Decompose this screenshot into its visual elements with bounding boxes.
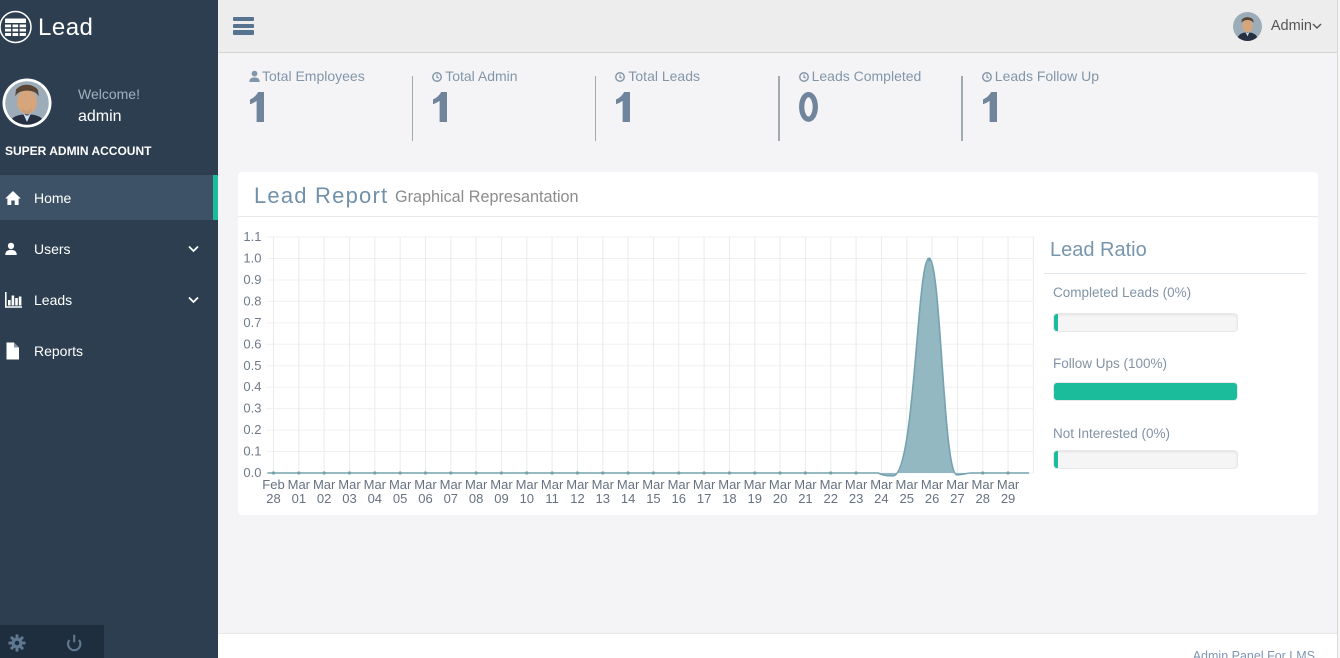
svg-text:01: 01	[292, 491, 306, 506]
svg-text:07: 07	[444, 491, 458, 506]
svg-text:Mar: Mar	[845, 477, 868, 492]
svg-text:Mar: Mar	[440, 477, 463, 492]
svg-text:Mar: Mar	[465, 477, 488, 492]
svg-text:0.8: 0.8	[243, 293, 261, 308]
svg-text:0.6: 0.6	[243, 336, 261, 351]
svg-text:Mar: Mar	[718, 477, 741, 492]
svg-text:11: 11	[545, 491, 559, 506]
svg-text:Mar: Mar	[516, 477, 539, 492]
svg-text:Mar: Mar	[338, 477, 361, 492]
svg-text:0.0: 0.0	[243, 465, 261, 480]
svg-text:21: 21	[798, 491, 812, 506]
svg-text:Mar: Mar	[997, 477, 1020, 492]
svg-text:Mar: Mar	[592, 477, 615, 492]
svg-text:Mar: Mar	[668, 477, 691, 492]
svg-text:26: 26	[925, 491, 939, 506]
svg-text:0.2: 0.2	[243, 422, 261, 437]
svg-text:0.3: 0.3	[243, 401, 261, 416]
svg-text:Mar: Mar	[617, 477, 640, 492]
svg-text:Mar: Mar	[693, 477, 716, 492]
svg-text:14: 14	[621, 491, 635, 506]
svg-text:05: 05	[393, 491, 407, 506]
svg-text:Mar: Mar	[566, 477, 589, 492]
svg-text:15: 15	[646, 491, 660, 506]
svg-text:Mar: Mar	[490, 477, 513, 492]
svg-text:19: 19	[748, 491, 762, 506]
svg-text:1.0: 1.0	[243, 251, 261, 266]
svg-text:10: 10	[520, 491, 534, 506]
svg-text:Mar: Mar	[389, 477, 412, 492]
svg-text:Mar: Mar	[820, 477, 843, 492]
svg-text:12: 12	[570, 491, 584, 506]
svg-text:0.4: 0.4	[243, 379, 261, 394]
svg-text:27: 27	[950, 491, 964, 506]
svg-text:Mar: Mar	[896, 477, 919, 492]
svg-text:Mar: Mar	[921, 477, 944, 492]
svg-text:Mar: Mar	[414, 477, 437, 492]
svg-text:25: 25	[900, 491, 914, 506]
svg-text:0.1: 0.1	[243, 444, 261, 459]
svg-text:Mar: Mar	[946, 477, 969, 492]
svg-text:28: 28	[266, 491, 280, 506]
svg-text:Mar: Mar	[364, 477, 387, 492]
svg-text:Mar: Mar	[744, 477, 767, 492]
svg-text:Mar: Mar	[642, 477, 665, 492]
svg-text:24: 24	[874, 491, 888, 506]
svg-text:Mar: Mar	[313, 477, 336, 492]
svg-text:08: 08	[469, 491, 483, 506]
svg-text:Mar: Mar	[769, 477, 792, 492]
svg-text:13: 13	[596, 491, 610, 506]
svg-text:1.1: 1.1	[243, 229, 261, 244]
svg-text:Mar: Mar	[541, 477, 564, 492]
svg-text:0.9: 0.9	[243, 272, 261, 287]
svg-text:Mar: Mar	[870, 477, 893, 492]
svg-text:06: 06	[418, 491, 432, 506]
svg-text:28: 28	[976, 491, 990, 506]
svg-text:Mar: Mar	[972, 477, 995, 492]
svg-text:23: 23	[849, 491, 863, 506]
svg-text:0.7: 0.7	[243, 315, 261, 330]
svg-text:02: 02	[317, 491, 331, 506]
svg-text:0.5: 0.5	[243, 358, 261, 373]
svg-text:29: 29	[1001, 491, 1015, 506]
svg-text:18: 18	[722, 491, 736, 506]
svg-text:04: 04	[368, 491, 382, 506]
svg-text:16: 16	[672, 491, 686, 506]
svg-text:09: 09	[494, 491, 508, 506]
svg-text:Mar: Mar	[794, 477, 817, 492]
svg-text:20: 20	[773, 491, 787, 506]
svg-text:22: 22	[824, 491, 838, 506]
svg-text:17: 17	[697, 491, 711, 506]
svg-text:03: 03	[342, 491, 356, 506]
svg-text:Feb: Feb	[262, 477, 284, 492]
svg-text:Mar: Mar	[288, 477, 311, 492]
